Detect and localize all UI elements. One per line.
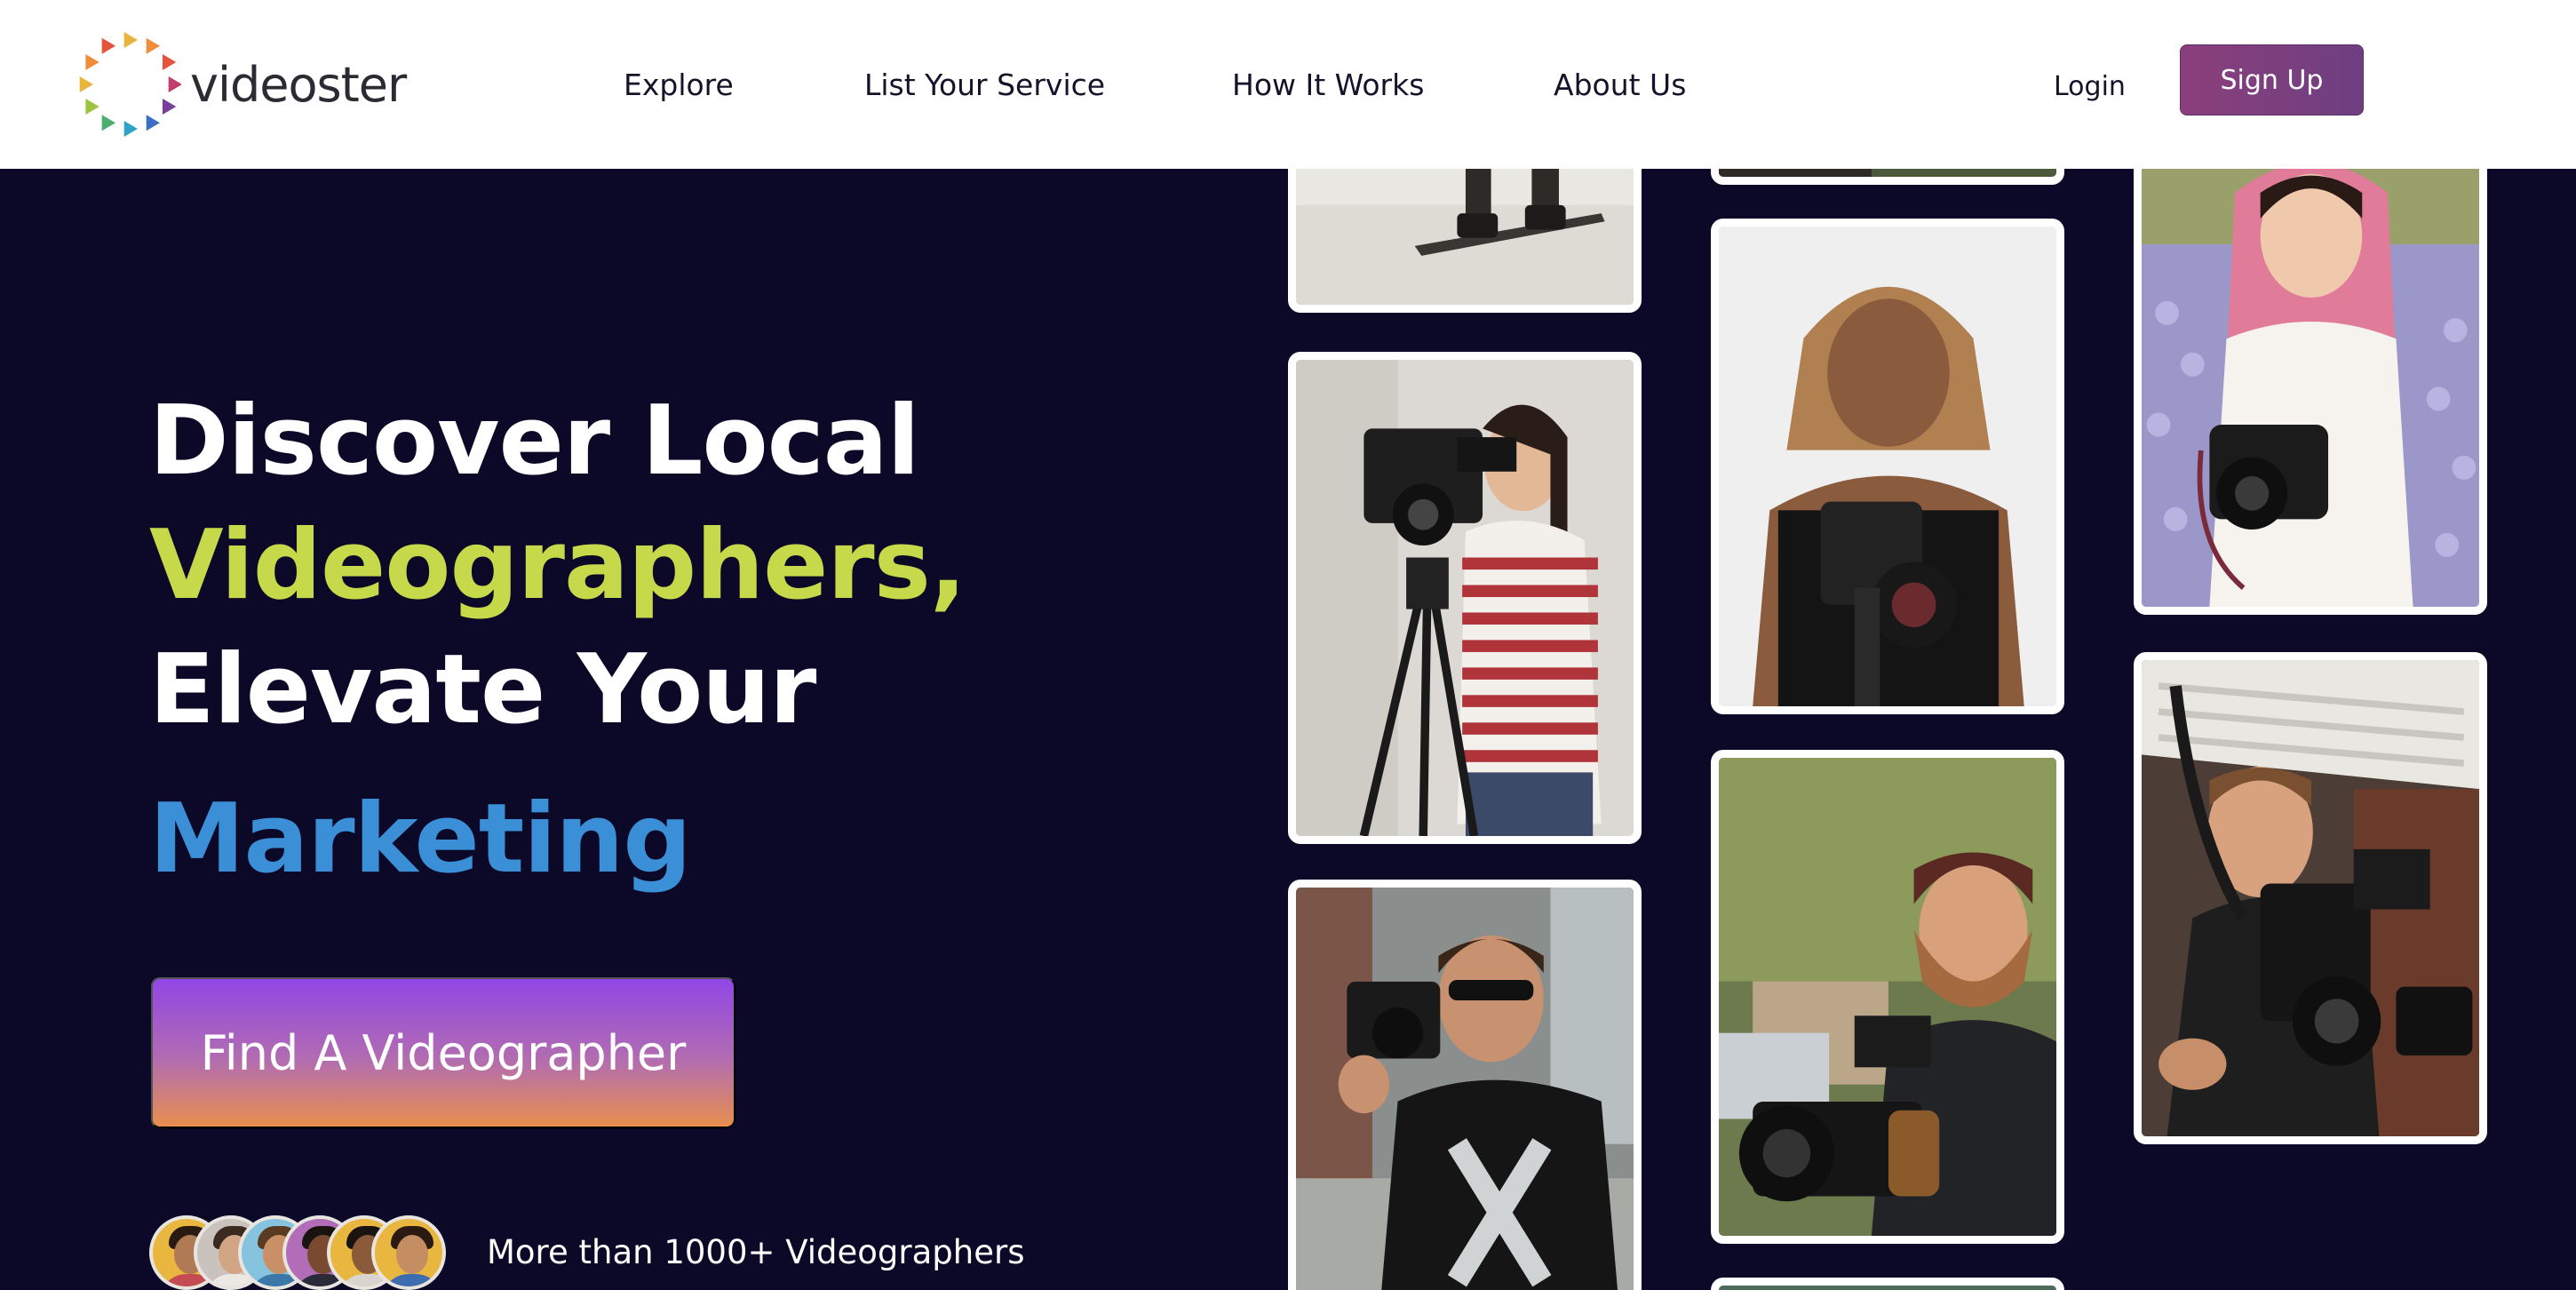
videographer-count-text: More than 1000+ Videographers (487, 1233, 1025, 1271)
find-videographer-button[interactable]: Find A Videographer (151, 977, 735, 1128)
man-with-camera-sunglasses-photo[interactable] (1288, 880, 1642, 1290)
man-with-camera-rig-photo[interactable] (2134, 652, 2487, 1144)
login-link[interactable]: Login (2054, 62, 2126, 112)
signup-button[interactable]: Sign Up (2180, 44, 2364, 115)
logo-triangle (101, 115, 115, 131)
nav-about-us[interactable]: About Us (1554, 60, 1686, 110)
nav-explore[interactable]: Explore (624, 60, 734, 110)
logo-triangle (101, 37, 115, 54)
hero-heading-line-2: Videographers, (149, 510, 966, 621)
man-with-cinema-camera-photo[interactable] (1711, 750, 2064, 1244)
hero-heading-line-3: Elevate Your (149, 634, 816, 745)
videographer-avatars (149, 1215, 451, 1290)
avatar (371, 1215, 446, 1290)
hero-heading-line-1: Discover Local (149, 386, 920, 497)
logo-triangle (123, 121, 138, 137)
logo-triangle (146, 115, 160, 131)
nav-list-your-service[interactable]: List Your Service (864, 60, 1105, 110)
logo-triangle (146, 37, 160, 54)
bottom-cropped-photo[interactable] (1711, 1278, 2064, 1290)
nav-how-it-works[interactable]: How It Works (1232, 60, 1424, 110)
hero-heading-line-4: Marketing (149, 784, 692, 895)
woman-with-camera-flowers-photo[interactable] (2134, 133, 2487, 615)
top-navigation-bar: videoster Explore List Your Service How … (0, 0, 2576, 169)
woman-with-gimbal-photo[interactable] (1711, 219, 2064, 714)
logo-triangle (123, 32, 138, 48)
woman-with-video-camera-photo[interactable] (1288, 352, 1642, 844)
